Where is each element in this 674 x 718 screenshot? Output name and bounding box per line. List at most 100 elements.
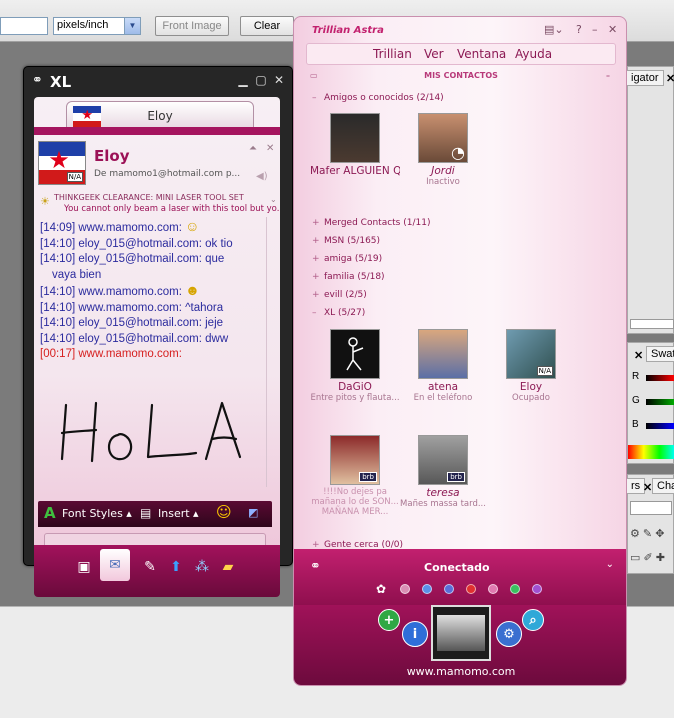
wink-icon: ☻ xyxy=(185,282,200,298)
chevron-down-icon[interactable]: ▼ xyxy=(124,18,140,34)
message-row: [14:09] www.mamomo.com: ☺ xyxy=(40,218,200,234)
menu-ayuda[interactable]: Ayuda xyxy=(515,47,552,61)
group-amigos[interactable]: – Amigos o conocidos (2/14) xyxy=(312,93,444,103)
close-icon[interactable]: ✕ xyxy=(634,349,643,362)
file-icon[interactable]: ▰ xyxy=(218,557,238,577)
group-xl[interactable]: – XL (5/27) xyxy=(312,308,365,318)
front-image-button[interactable]: Front Image xyxy=(155,16,229,36)
send-icon[interactable]: ◩ xyxy=(248,506,258,519)
contact-dagio[interactable]: DaGiO Entre pitos y flauta... xyxy=(310,329,400,403)
group-msn[interactable]: + MSN (5/165) xyxy=(312,236,380,246)
status-bar: ⚭ Conectado ⌄ ✿ xyxy=(294,549,626,605)
menu-trillian[interactable]: Trillian xyxy=(373,47,412,61)
menu-icon[interactable]: ▤⌄ xyxy=(544,23,564,36)
doodle-icon xyxy=(346,337,364,371)
units-select[interactable]: pixels/inch ▼ xyxy=(53,17,141,35)
collapse-icon[interactable]: – xyxy=(606,71,610,80)
contact-email: De mamomo1@hotmail.com p... xyxy=(94,169,241,179)
message-row: [14:10] www.mamomo.com: ^tahora xyxy=(40,301,224,314)
avatar: N/A xyxy=(506,329,556,379)
close-icon[interactable]: ✕ xyxy=(643,481,652,494)
navigator-panel: igator ✕ xyxy=(626,66,674,334)
close-icon[interactable]: ✕ xyxy=(666,72,674,85)
contact-mafer[interactable]: Mafer ALGUIEN QUI... xyxy=(310,113,400,177)
panel-tools-icon[interactable]: ⚙ ✎ ✥ xyxy=(630,527,664,540)
network-dot[interactable] xyxy=(400,584,410,594)
zoom-slider[interactable] xyxy=(630,319,674,329)
help-icon[interactable]: ? xyxy=(576,23,582,36)
speaker-icon[interactable]: ◀) xyxy=(256,171,268,182)
add-contact-icon[interactable]: + xyxy=(378,609,400,631)
promo-title[interactable]: THINKGEEK CLEARANCE: MINI LASER TOOL SET xyxy=(54,193,244,202)
upload-icon[interactable]: ⬆ xyxy=(166,557,186,577)
group-evill[interactable]: + evill (2/5) xyxy=(312,290,367,300)
panel-field[interactable] xyxy=(630,501,672,515)
tab-layers-label: rs xyxy=(631,480,641,492)
my-avatar[interactable] xyxy=(431,605,491,661)
chat-titlebar[interactable]: ⚭ XL ▁ ▢ ✕ xyxy=(24,67,292,95)
font-styles-label: Font Styles xyxy=(62,507,123,520)
units-select-value: pixels/inch xyxy=(57,19,109,31)
contact-atena[interactable]: atena En el teléfono xyxy=(398,329,488,403)
trillian-icon: ⚭ xyxy=(310,559,321,574)
avatar[interactable]: ★ N/A xyxy=(38,141,88,187)
search-icon[interactable]: ⌕ xyxy=(522,609,544,631)
clear-button[interactable]: Clear xyxy=(240,16,294,36)
collapse-icon[interactable]: ⏶ xyxy=(249,143,257,154)
chevron-down-icon[interactable]: ⌄ xyxy=(606,559,614,570)
avatar: ◔ xyxy=(418,113,468,163)
color-ramp[interactable] xyxy=(628,445,674,459)
networks-icon[interactable]: ✿ xyxy=(376,582,386,596)
blue-slider[interactable] xyxy=(646,423,674,429)
tab-navigator-label: igator xyxy=(631,72,659,84)
picture-icon[interactable]: ▣ xyxy=(74,557,94,577)
contact-eloy[interactable]: N/A Eloy Ocupado xyxy=(486,329,576,403)
network-dot[interactable] xyxy=(532,584,542,594)
resolution-field[interactable] xyxy=(0,17,48,35)
message-scrollbar[interactable] xyxy=(266,217,274,487)
pencil-icon[interactable]: ✎ xyxy=(140,557,160,577)
profile-url[interactable]: www.mamomo.com xyxy=(294,665,626,678)
close-icon[interactable]: ✕ xyxy=(266,143,274,154)
contact-status: Entre pitos y flauta... xyxy=(310,393,400,403)
section-header[interactable]: ▭ MIS CONTACTOS – xyxy=(306,71,616,85)
red-slider[interactable] xyxy=(646,375,674,381)
group-amiga[interactable]: + amiga (5/19) xyxy=(312,254,382,264)
font-styles-button[interactable]: Font Styles ▴ xyxy=(62,507,132,520)
group-familia[interactable]: + familia (5/18) xyxy=(312,272,385,282)
chevron-down-icon[interactable]: ⌄ xyxy=(270,195,277,204)
chat-bubble-icon[interactable]: ✉ xyxy=(100,549,130,581)
network-dot[interactable] xyxy=(488,584,498,594)
avatar xyxy=(330,329,380,379)
info-icon[interactable]: i xyxy=(402,621,428,647)
settings-icon[interactable]: ⚙ xyxy=(496,621,522,647)
network-dot[interactable] xyxy=(422,584,432,594)
tab-navigator[interactable]: igator xyxy=(626,70,664,86)
minimize-icon[interactable]: – xyxy=(592,23,598,36)
group-merged[interactable]: + Merged Contacts (1/11) xyxy=(312,218,430,228)
status-selector[interactable]: Conectado xyxy=(424,561,490,574)
close-icon[interactable]: ✕ xyxy=(608,23,617,36)
menu-ventana[interactable]: Ventana xyxy=(457,47,506,61)
minimize-icon[interactable]: ▁ xyxy=(236,73,250,87)
lightbulb-icon: ☀ xyxy=(40,195,50,208)
green-slider[interactable] xyxy=(646,399,674,405)
tab-swatches[interactable]: Swat xyxy=(646,346,674,362)
contact-name: DaGiO xyxy=(338,381,372,393)
maximize-icon[interactable]: ▢ xyxy=(254,73,268,87)
group-label: Merged Contacts (1/11) xyxy=(324,218,431,228)
menu-ver[interactable]: Ver xyxy=(424,47,444,61)
network-dot[interactable] xyxy=(510,584,520,594)
emoticon-icon[interactable]: ☺ xyxy=(216,503,232,521)
contact-teresa[interactable]: brb teresa Mañes massa tard... xyxy=(398,435,488,509)
panel-tools-icon[interactable]: ▭ ✐ ✚ xyxy=(630,551,665,564)
promo-text[interactable]: You cannot only beam a laser with this t… xyxy=(64,204,280,214)
network-dot[interactable] xyxy=(466,584,476,594)
tab-channels[interactable]: Cha xyxy=(652,478,674,494)
contact-jordi[interactable]: ◔ Jordi Inactivo xyxy=(398,113,488,187)
network-dot[interactable] xyxy=(444,584,454,594)
contact-no-dejes[interactable]: brb !!!!No dejes pa mañana lo de SON... … xyxy=(310,435,400,517)
close-icon[interactable]: ✕ xyxy=(272,73,286,87)
users-icon[interactable]: ⁂ xyxy=(192,557,212,577)
insert-button[interactable]: Insert ▴ xyxy=(158,507,199,520)
